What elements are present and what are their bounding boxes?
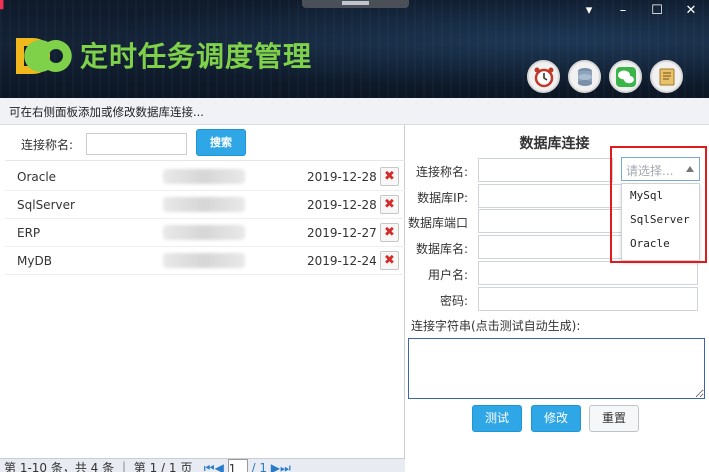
database-icon[interactable]: [568, 60, 601, 93]
list-item[interactable]: Oracle 2019-12-28 ✖: [5, 163, 405, 191]
reset-button[interactable]: 重置: [589, 405, 639, 432]
minimize-button[interactable]: –: [615, 3, 631, 19]
conn-string-textarea[interactable]: [408, 338, 705, 399]
pagination-bar: 第 1-10 条，共 4 条 ｜ 第 1 / 1 页 ⏮◀ 1 / 1 ▶⏭: [0, 458, 405, 472]
maximize-button[interactable]: ☐: [649, 3, 665, 19]
page-number-input[interactable]: 1: [227, 459, 248, 472]
connection-date: 2019-12-27: [307, 226, 377, 240]
connection-name: MyDB: [17, 254, 52, 268]
edge-marker: ▌: [0, 0, 7, 10]
conn-string-label: 连接字符串(点击测试自动生成):: [411, 319, 581, 333]
list-item[interactable]: MyDB 2019-12-24 ✖: [5, 247, 405, 275]
connection-name: Oracle: [17, 170, 57, 184]
password-label: 密码:: [439, 294, 468, 308]
conn-name-label: 连接称名:: [415, 165, 468, 179]
search-input[interactable]: [86, 133, 187, 155]
connection-name: ERP: [17, 226, 41, 240]
delete-icon[interactable]: ✖: [380, 223, 399, 242]
wechat-icon[interactable]: [609, 60, 642, 93]
search-button[interactable]: 搜索: [196, 129, 246, 156]
close-button[interactable]: ✕: [683, 3, 699, 19]
app-title: 定时任务调度管理: [80, 40, 313, 73]
header-toolbar: [527, 60, 683, 93]
last-page-button[interactable]: / 1 ▶⏭: [251, 461, 290, 472]
search-label: 连接称名:: [21, 138, 74, 152]
test-button[interactable]: 测试: [472, 405, 522, 432]
connection-date: 2019-12-28: [307, 170, 377, 184]
redacted-value: [163, 225, 245, 240]
edit-button[interactable]: 修改: [531, 405, 581, 432]
redacted-value: [163, 197, 245, 212]
connection-list-panel: 连接称名: 搜索 Oracle 2019-12-28 ✖ SqlServer 2…: [5, 125, 405, 472]
app-logo-icon: [16, 38, 72, 74]
password-input[interactable]: [478, 287, 698, 311]
db-connection-form: 数据库连接 连接称名: 数据库IP: 数据库端口 数据库名: 用户名: 密码: …: [406, 125, 709, 472]
db-port-label: 数据库端口: [407, 216, 468, 230]
connection-date: 2019-12-28: [307, 198, 377, 212]
user-input[interactable]: [478, 261, 698, 285]
connection-date: 2019-12-24: [307, 254, 377, 268]
first-page-button[interactable]: ⏮◀: [204, 461, 224, 472]
user-label: 用户名:: [427, 268, 468, 282]
redacted-value: [163, 253, 245, 268]
connection-list: Oracle 2019-12-28 ✖ SqlServer 2019-12-28…: [5, 163, 405, 275]
delete-icon[interactable]: ✖: [380, 251, 399, 270]
list-item[interactable]: ERP 2019-12-27 ✖: [5, 219, 405, 247]
db-ip-label: 数据库IP:: [417, 191, 468, 205]
delete-icon[interactable]: ✖: [380, 167, 399, 186]
notebook-icon[interactable]: [650, 60, 683, 93]
highlight-annotation: [610, 146, 707, 263]
pagination-summary: 第 1-10 条，共 4 条 ｜ 第 1 / 1 页: [4, 461, 193, 472]
delete-icon[interactable]: ✖: [380, 195, 399, 214]
search-row: 连接称名: 搜索: [5, 125, 405, 161]
alarm-clock-icon[interactable]: [527, 60, 560, 93]
connection-name: SqlServer: [17, 198, 75, 212]
list-item[interactable]: SqlServer 2019-12-28 ✖: [5, 191, 405, 219]
window-drag-handle[interactable]: [302, 0, 409, 8]
tip-bar: 可在右侧面板添加或修改数据库连接...: [0, 98, 709, 125]
conn-name-input[interactable]: [478, 158, 613, 182]
db-name-label: 数据库名:: [415, 242, 468, 256]
redacted-value: [163, 169, 245, 184]
dropdown-menu-button[interactable]: ▾: [581, 3, 597, 19]
app-header: ▌ ▾ – ☐ ✕ 定时任务调度管理: [0, 0, 709, 98]
window-controls: ▾ – ☐ ✕: [581, 3, 699, 19]
